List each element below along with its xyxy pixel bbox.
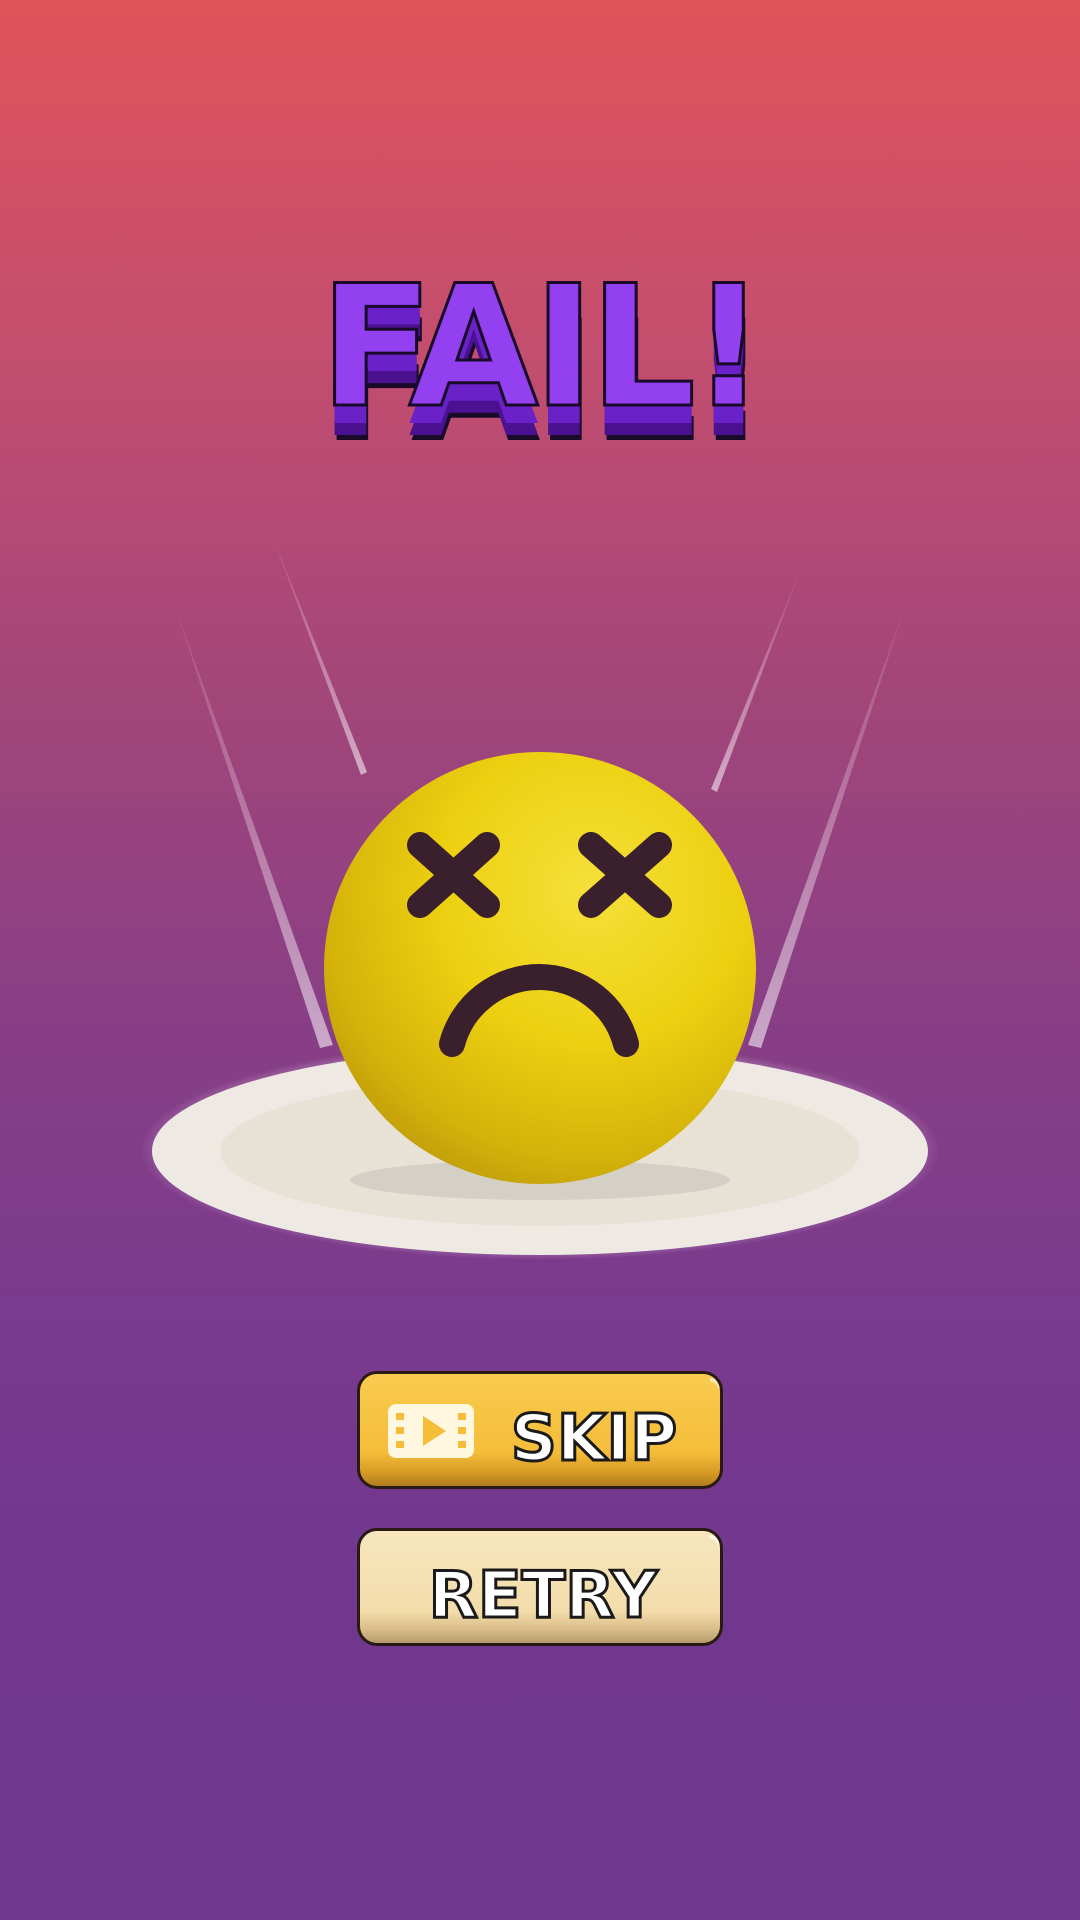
speed-line xyxy=(711,566,802,792)
retry-label: RETRY xyxy=(429,1559,658,1633)
speed-line xyxy=(270,530,367,775)
skip-button[interactable]: SKIP xyxy=(357,1371,723,1489)
fail-scene xyxy=(140,530,940,1260)
fail-title-text: FAIL! xyxy=(319,265,761,445)
skip-button-art: SKIP xyxy=(388,1378,720,1478)
speed-line xyxy=(172,598,333,1048)
video-ad-icon xyxy=(388,1404,474,1458)
skip-label: SKIP xyxy=(511,1402,677,1476)
speed-line xyxy=(748,598,908,1048)
retry-button-art: RETRY xyxy=(427,1535,720,1635)
retry-button[interactable]: RETRY xyxy=(357,1528,723,1646)
fail-title: FAIL! FAIL! FAIL! FAIL! xyxy=(318,265,769,465)
